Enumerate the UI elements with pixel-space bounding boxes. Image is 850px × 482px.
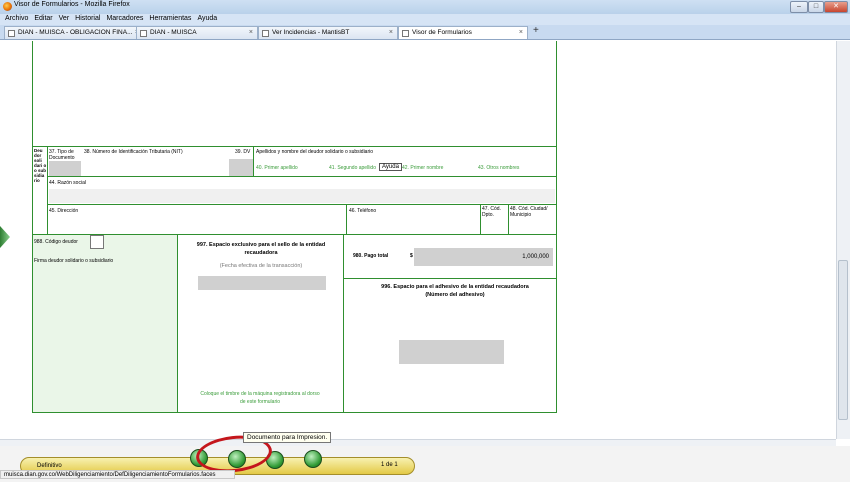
label-988: 988. Código deudor <box>34 239 78 245</box>
label-45: 45. Dirección <box>49 208 79 214</box>
tab-label: Visor de Formularios <box>412 29 472 36</box>
timbre-label: Coloque el timbre de la máquina registra… <box>200 391 320 405</box>
ayuda-tooltip: Ayuda <box>379 163 402 171</box>
tab-bar: DIAN - MUISCA - OBLIGACION FINA... × DIA… <box>0 25 850 40</box>
label-38: 38. Número de Identificación Tributaria … <box>84 149 183 155</box>
close-tab-icon[interactable]: × <box>519 27 523 39</box>
label-41: 41. Segundo apellido <box>329 165 376 171</box>
label-40: 40. Primer apellido <box>256 165 298 171</box>
firma-label: Firma deudor solidario o subsidiario <box>34 258 114 264</box>
tab-muisca[interactable]: DIAN - MUISCA × <box>136 26 258 39</box>
scrollbar-thumb[interactable] <box>838 260 848 420</box>
menu-ver[interactable]: Ver <box>59 15 70 22</box>
tooltip: Documento para Impresion. <box>243 432 332 443</box>
tab-visor[interactable]: Visor de Formularios × <box>398 26 528 39</box>
label-48: 48. Cód. Ciudad/ Municipio <box>510 206 548 218</box>
tipo-documento-field[interactable] <box>49 161 81 176</box>
new-tab-button[interactable]: + <box>533 25 539 36</box>
label-37: 37. Tipo de Documento <box>49 149 75 161</box>
page-indicator: 1 de 1 <box>381 462 398 468</box>
menu-herramientas[interactable]: Herramientas <box>149 15 191 22</box>
menu-editar[interactable]: Editar <box>34 15 52 22</box>
label-44: 44. Razón social <box>49 180 86 186</box>
maximize-button[interactable]: □ <box>808 1 824 13</box>
tab-label: DIAN - MUISCA <box>150 29 197 36</box>
status-url: muisca.dian.gov.co/WebDiligenciamiento/D… <box>0 470 235 479</box>
currency-symbol: $ <box>410 253 413 259</box>
tab-mantis[interactable]: Ver Incidencias - MantisBT × <box>258 26 398 39</box>
dv-field[interactable] <box>229 159 253 176</box>
section-label: Deu dor soli dari o o sub sidia rio <box>34 148 47 183</box>
divider <box>343 235 344 412</box>
pago-total-value: 1,000,000 <box>522 254 549 260</box>
menu-historial[interactable]: Historial <box>75 15 100 22</box>
divider <box>480 205 481 234</box>
label-997: 997. Espacio exclusivo para el sello de … <box>196 242 326 256</box>
divider <box>344 278 557 279</box>
adhesivo-field[interactable] <box>399 340 504 364</box>
divider <box>346 205 347 234</box>
page-icon <box>262 30 269 37</box>
minimize-button[interactable]: – <box>790 1 808 13</box>
page-icon <box>402 30 409 37</box>
firefox-icon <box>3 2 12 11</box>
tab-label: DIAN - MUISCA - OBLIGACION FINA... <box>18 29 133 36</box>
back-icon[interactable] <box>304 450 322 468</box>
label-996: 996. Espacio para el adhesivo de la enti… <box>381 284 529 298</box>
close-tab-icon[interactable]: × <box>389 27 393 39</box>
codigo-deudor-field[interactable] <box>90 235 104 249</box>
fecha-field[interactable] <box>198 276 326 290</box>
divider <box>253 146 254 176</box>
window-title: Visor de Formularios - Mozilla Firefox <box>14 1 130 8</box>
fecha-efectiva-label: (Fecha efectiva de la transacción) <box>219 263 303 269</box>
label-43: 43. Otros nombres <box>478 165 520 171</box>
divider <box>47 176 557 177</box>
apellidos-header: Apellidos y nombre del deudor solidario … <box>256 149 374 155</box>
label-39: 39. DV <box>235 149 251 155</box>
status-definitivo: Definitivo <box>37 463 62 469</box>
close-tab-icon[interactable]: × <box>249 27 253 39</box>
tab-obligacion[interactable]: DIAN - MUISCA - OBLIGACION FINA... × <box>4 26 144 39</box>
divider <box>508 205 509 234</box>
page-icon <box>140 30 147 37</box>
menu-bar: Archivo Editar Ver Historial Marcadores … <box>0 14 850 25</box>
menu-ayuda[interactable]: Ayuda <box>197 15 217 22</box>
tab-label: Ver Incidencias - MantisBT <box>272 29 350 36</box>
close-button[interactable]: ✕ <box>824 1 848 13</box>
menu-marcadores[interactable]: Marcadores <box>106 15 143 22</box>
label-980: 980. Pago total <box>353 253 389 259</box>
horizontal-scrollbar[interactable] <box>0 439 836 446</box>
razon-social-field[interactable] <box>49 189 555 203</box>
page-icon <box>8 30 15 37</box>
label-47: 47. Cód. Dpto. <box>482 206 501 218</box>
menu-archivo[interactable]: Archivo <box>5 15 28 22</box>
label-42: 42. Primer nombre <box>402 165 444 171</box>
label-46: 46. Teléfono <box>349 208 377 214</box>
title-bar: Visor de Formularios - Mozilla Firefox –… <box>0 0 850 14</box>
